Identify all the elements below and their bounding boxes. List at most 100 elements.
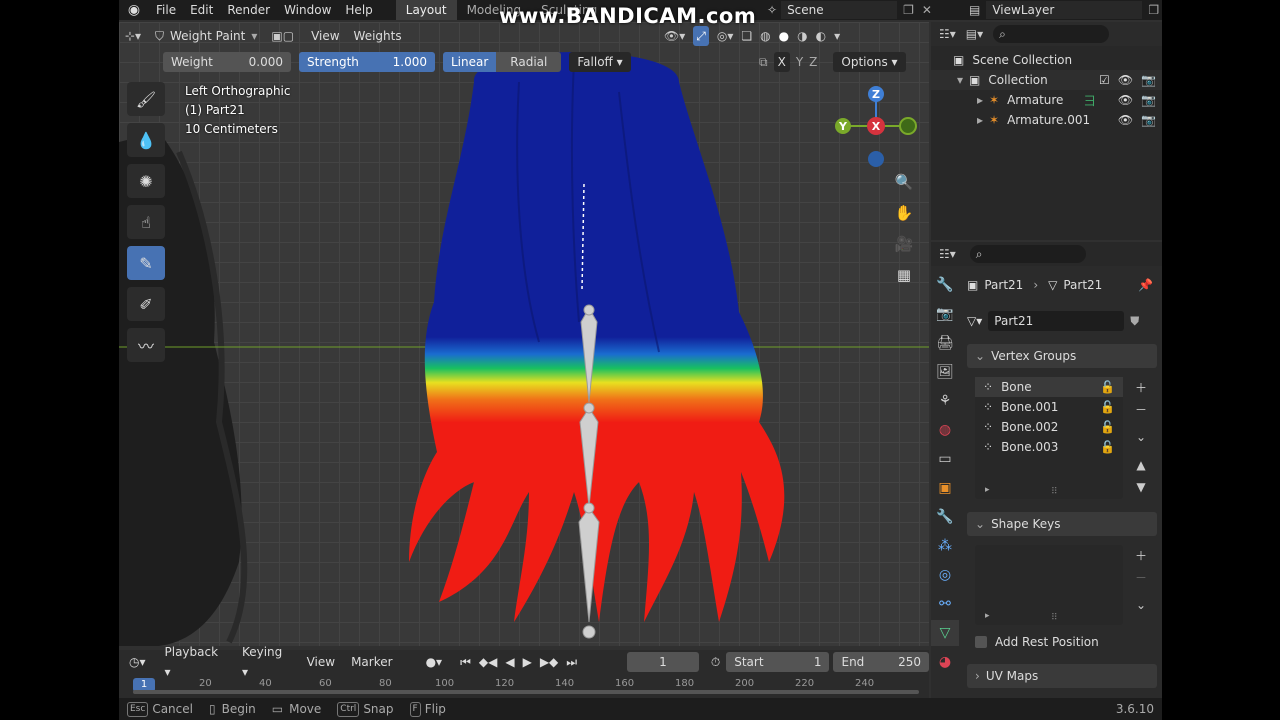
strength-field[interactable]: Strength 1.000: [299, 52, 435, 72]
shading-solid-icon[interactable]: ●: [779, 29, 789, 43]
viewlayer-name[interactable]: ViewLayer: [986, 1, 1143, 19]
start-frame-field[interactable]: Start 1: [726, 652, 830, 672]
radial-button[interactable]: Radial: [496, 52, 562, 72]
timeline-editor-icon[interactable]: ◷▾: [129, 655, 146, 669]
prev-keyframe-icon[interactable]: ◆◀: [479, 655, 497, 669]
menu-window[interactable]: Window: [277, 0, 338, 20]
shading-wireframe-icon[interactable]: ◍: [760, 29, 770, 43]
jump-start-icon[interactable]: ⏮: [460, 655, 471, 670]
camera-render-icon[interactable]: 📷: [1141, 93, 1156, 107]
draw-brush-icon[interactable]: 🖌: [127, 82, 165, 116]
vertex-group-item[interactable]: ⁘ Bone 🔓: [975, 377, 1123, 397]
specials-menu-icon[interactable]: ⌄: [1131, 427, 1151, 447]
keying-menu[interactable]: Keying ▾: [235, 642, 298, 682]
lock-icon[interactable]: 🔓: [1100, 437, 1115, 457]
menu-help[interactable]: Help: [338, 0, 379, 20]
copy-viewlayer-icon[interactable]: ❐: [1148, 3, 1159, 17]
blender-logo-icon[interactable]: ◉: [119, 2, 149, 18]
shading-rendered-icon[interactable]: ◐: [816, 29, 826, 43]
marker-menu[interactable]: Marker: [344, 652, 399, 672]
editor-type-icon[interactable]: ☷▾: [939, 247, 956, 261]
expand-arrow-icon[interactable]: ▾: [957, 73, 963, 87]
editor-type-icon[interactable]: ⊹▾: [125, 29, 155, 43]
zoom-icon[interactable]: 🔍: [890, 168, 918, 196]
navigation-gizmo[interactable]: Z Y X: [831, 82, 921, 172]
add-shape-key-icon[interactable]: ＋: [1131, 545, 1151, 565]
grid-toggle-icon[interactable]: ▦: [890, 261, 918, 289]
annotate-tool-icon[interactable]: 〰: [127, 328, 165, 362]
falloff-dropdown[interactable]: Falloff ▾: [569, 52, 631, 72]
pan-hand-icon[interactable]: ✋: [890, 199, 918, 227]
play-reverse-icon[interactable]: ◀: [505, 655, 514, 669]
average-brush-icon[interactable]: ✺: [127, 164, 165, 198]
lock-icon[interactable]: 🔓: [1100, 377, 1115, 397]
mesh-data-tab-icon[interactable]: ▽: [931, 620, 959, 646]
menu-weights[interactable]: Weights: [347, 26, 409, 46]
playback-menu[interactable]: Playback ▾: [158, 642, 233, 682]
symmetry-y[interactable]: Y: [796, 55, 803, 69]
shading-material-icon[interactable]: ◑: [797, 29, 807, 43]
fake-user-icon[interactable]: ⛊: [1130, 314, 1139, 329]
camera-render-icon[interactable]: 📷: [1141, 73, 1156, 87]
lock-icon[interactable]: 🔓: [1100, 417, 1115, 437]
menu-render[interactable]: Render: [220, 0, 277, 20]
move-up-icon[interactable]: ▲: [1131, 455, 1151, 475]
resize-handle-icon[interactable]: ⠿: [1051, 487, 1058, 497]
gradient-tool-icon[interactable]: ✎: [127, 246, 165, 280]
record-icon[interactable]: ●▾: [426, 655, 443, 669]
3d-viewport[interactable]: ⊹▾ ⛉ Weight Paint ▾ ▣▢ View Weights 👁▾ ⤢…: [119, 22, 929, 646]
add-rest-position-row[interactable]: Add Rest Position: [975, 632, 1099, 652]
material-tab-icon[interactable]: ◕: [931, 649, 959, 675]
visibility-icon[interactable]: 👁▾: [664, 29, 685, 43]
play-icon[interactable]: ▶: [523, 655, 532, 669]
timeline-view-menu[interactable]: View: [300, 652, 342, 672]
copy-scene-icon[interactable]: ❐: [903, 3, 914, 17]
weight-field[interactable]: Weight 0.000: [163, 52, 291, 72]
end-frame-field[interactable]: End 250: [833, 652, 929, 672]
xray-icon[interactable]: ❏: [741, 29, 752, 43]
jump-end-icon[interactable]: ⏭: [566, 655, 577, 670]
eye-icon[interactable]: 👁: [1118, 73, 1133, 87]
stopwatch-icon[interactable]: ⏱: [711, 655, 720, 670]
object-tab-icon[interactable]: ▣: [931, 475, 959, 501]
pin-icon[interactable]: 📌: [1138, 278, 1153, 292]
output-tab-icon[interactable]: 🖨: [931, 330, 959, 356]
remove-shape-key-icon[interactable]: －: [1131, 567, 1151, 587]
resize-handle-icon[interactable]: ⠿: [1051, 613, 1058, 623]
menu-edit[interactable]: Edit: [183, 0, 220, 20]
linear-button[interactable]: Linear: [443, 52, 497, 72]
specials-menu-icon[interactable]: ⌄: [1131, 595, 1151, 615]
physics-tab-icon[interactable]: ◎: [931, 562, 959, 588]
symmetry-z[interactable]: Z: [809, 55, 817, 69]
options-dropdown[interactable]: Options ▾: [833, 52, 906, 72]
vertex-group-item[interactable]: ⁘ Bone.003 🔓: [975, 437, 1123, 457]
add-rest-position-checkbox[interactable]: [975, 636, 987, 648]
move-down-icon[interactable]: ▼: [1131, 477, 1151, 497]
viewlayer-selector[interactable]: ▤ ViewLayer ❐: [969, 0, 1159, 20]
tool-tab-icon[interactable]: 🔧: [931, 272, 959, 298]
render-tab-icon[interactable]: 📷: [931, 301, 959, 327]
collection-tab-icon[interactable]: ▭: [931, 446, 959, 472]
display-mode-icon[interactable]: ▤▾: [966, 27, 983, 41]
chevron-down-icon[interactable]: ▾: [834, 29, 840, 43]
outliner-search-input[interactable]: ⌕: [993, 25, 1110, 43]
eye-icon[interactable]: 👁: [1118, 93, 1133, 107]
expand-arrow-icon[interactable]: ▸: [977, 93, 983, 107]
close-scene-icon[interactable]: ✕: [922, 3, 932, 17]
current-frame-field[interactable]: 1: [627, 652, 699, 672]
symmetry-x[interactable]: X: [773, 52, 790, 72]
smear-brush-icon[interactable]: ☝: [127, 205, 165, 239]
expand-arrow-icon[interactable]: ▸: [977, 113, 983, 127]
mode-selector[interactable]: ⛉ Weight Paint ▾: [155, 29, 257, 44]
scene-collection-row[interactable]: ▣ Scene Collection: [931, 50, 1162, 70]
scene-selector[interactable]: ✧ Scene ❐ ✕: [767, 0, 932, 20]
expand-list-icon[interactable]: ▸: [985, 611, 990, 621]
camera-render-icon[interactable]: 📷: [1141, 113, 1156, 127]
menu-view[interactable]: View: [304, 26, 346, 46]
vertex-group-item[interactable]: ⁘ Bone.002 🔓: [975, 417, 1123, 437]
editor-type-icon[interactable]: ☷▾: [939, 27, 956, 41]
constraints-tab-icon[interactable]: ⚯: [931, 591, 959, 617]
mesh-name-field[interactable]: Part21: [988, 311, 1125, 331]
camera-icon[interactable]: 🎥: [890, 230, 918, 258]
particles-tab-icon[interactable]: ⁂: [931, 533, 959, 559]
